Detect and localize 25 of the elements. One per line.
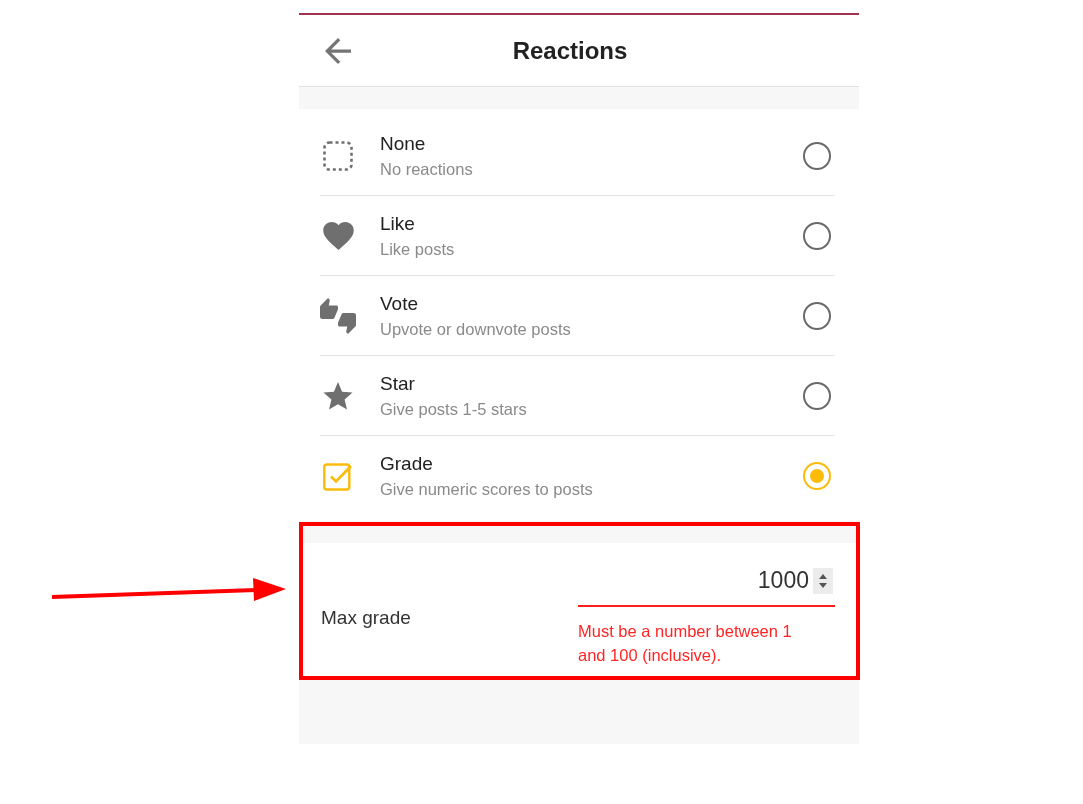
star-icon	[323, 381, 353, 410]
error-message: Must be a number between 1 and 100 (inclusive).	[578, 621, 793, 666]
option-title: Grade	[380, 451, 433, 476]
radio-button[interactable]	[803, 141, 831, 170]
radio-button[interactable]	[803, 381, 831, 410]
radio-button[interactable]	[803, 461, 831, 490]
heart-icon	[322, 221, 354, 250]
option-description: Give numeric scores to posts	[380, 478, 593, 500]
checkbox-icon	[323, 460, 353, 491]
thumbs-up-down-icon	[320, 297, 356, 334]
option-title: Star	[380, 371, 415, 396]
option-title: Like	[380, 211, 415, 236]
spinner-icon[interactable]	[813, 568, 833, 594]
option-description: Upvote or downvote posts	[380, 318, 571, 340]
option-title: Vote	[380, 291, 419, 316]
option-description: Give posts 1-5 stars	[380, 398, 527, 420]
radio-button[interactable]	[803, 221, 831, 250]
radio-button[interactable]	[803, 301, 831, 330]
option-title: None	[380, 131, 426, 156]
dashed-square-icon	[323, 140, 353, 171]
option-description: Like posts	[380, 238, 455, 260]
option-description: No reactions	[380, 158, 473, 180]
field-label: Max grade	[321, 607, 411, 629]
page-title: Reactions	[512, 36, 628, 65]
back-arrow-icon[interactable]	[325, 37, 351, 64]
